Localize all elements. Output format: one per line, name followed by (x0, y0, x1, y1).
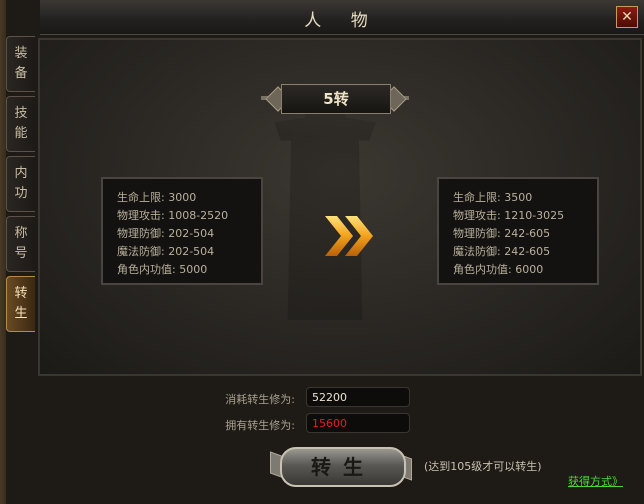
stat-row: 物理攻击: 1210-3025 (453, 207, 597, 225)
stat-label: 物理防御: (117, 227, 165, 240)
obtain-method-link[interactable]: 获得方式》 (568, 473, 623, 489)
tab-equipment[interactable]: 装 备 (6, 36, 35, 92)
stat-value: 5000 (179, 263, 208, 276)
stat-label: 魔法防御: (117, 245, 165, 258)
next-stats-box: 生命上限: 3500 物理攻击: 1210-3025 物理防御: 242-605… (437, 177, 599, 285)
tab-rebirth[interactable]: 转 生 (6, 276, 35, 332)
stat-value: 3000 (168, 191, 197, 204)
stat-label: 角色内功值: (117, 263, 176, 276)
cost-label: 消耗转生修为: (225, 393, 295, 406)
stat-row: 魔法防御: 242-605 (453, 243, 597, 261)
close-button[interactable]: ✕ (616, 6, 638, 28)
level-requirement-hint: (达到105级才可以转生) (424, 460, 542, 473)
tab-title[interactable]: 称 号 (6, 216, 35, 272)
stat-row: 生命上限: 3500 (453, 189, 597, 207)
tab-label-line1: 装 (14, 46, 28, 61)
stat-value: 1210-3025 (504, 209, 565, 222)
stat-value: 202-504 (168, 227, 215, 240)
tab-label-line1: 内 (14, 166, 28, 181)
stat-value: 242-605 (504, 227, 551, 240)
current-stats-box: 生命上限: 3000 物理攻击: 1008-2520 物理防御: 202-504… (101, 177, 263, 285)
tab-label-line2: 能 (14, 126, 28, 141)
stat-row: 生命上限: 3000 (117, 189, 261, 207)
cost-value: 52200 (306, 387, 410, 407)
stat-value: 1008-2520 (168, 209, 229, 222)
stat-label: 物理防御: (453, 227, 501, 240)
tab-label-line2: 备 (14, 66, 28, 81)
tab-label-line1: 技 (14, 106, 28, 121)
tab-inner-power[interactable]: 内 功 (6, 156, 35, 212)
tab-label-line2: 生 (14, 306, 28, 321)
stat-row: 物理攻击: 1008-2520 (117, 207, 261, 225)
stat-value: 3500 (504, 191, 533, 204)
tab-label-line2: 号 (14, 246, 28, 261)
rebirth-button[interactable]: 转生 (270, 445, 412, 487)
owned-value: 15600 (306, 413, 410, 433)
double-arrow-icon (325, 216, 373, 256)
stat-row: 物理防御: 202-504 (117, 225, 261, 243)
owned-label: 拥有转生修为: (225, 419, 295, 432)
stat-value: 242-605 (504, 245, 551, 258)
rebirth-button-label[interactable]: 转生 (280, 447, 406, 487)
stat-row: 角色内功值: 6000 (453, 261, 597, 279)
stat-label: 物理攻击: (453, 209, 501, 222)
window-title: 人 物 (304, 11, 380, 31)
stat-label: 生命上限: (453, 191, 501, 204)
stat-row: 物理防御: 242-605 (453, 225, 597, 243)
stat-value: 202-504 (168, 245, 215, 258)
stat-label: 魔法防御: (453, 245, 501, 258)
stat-row: 角色内功值: 5000 (117, 261, 261, 279)
tab-skills[interactable]: 技 能 (6, 96, 35, 152)
stat-value: 6000 (515, 263, 544, 276)
tab-label-line1: 称 (14, 226, 28, 241)
stat-row: 魔法防御: 202-504 (117, 243, 261, 261)
rebirth-level-label: 5转 (281, 84, 391, 114)
tab-label-line1: 转 (14, 286, 28, 301)
tab-label-line2: 功 (14, 186, 28, 201)
title-bar[interactable]: 人 物 ✕ (40, 0, 644, 35)
stat-label: 物理攻击: (117, 209, 165, 222)
stat-label: 生命上限: (117, 191, 165, 204)
stat-label: 角色内功值: (453, 263, 512, 276)
rebirth-level-badge: 5转 (253, 84, 417, 114)
